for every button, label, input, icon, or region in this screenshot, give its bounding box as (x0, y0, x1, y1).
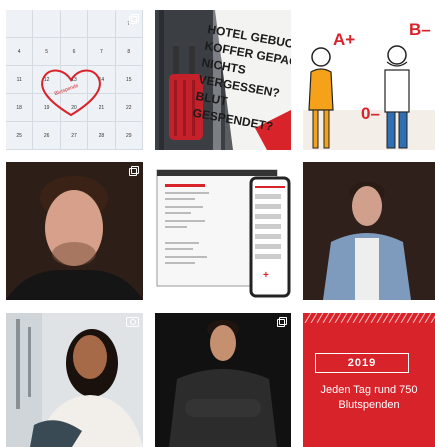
camera-icon (126, 317, 139, 327)
portrait-photo (6, 313, 143, 447)
calendar-day: 22 (115, 94, 143, 122)
grade-o-minus: 0– (361, 104, 380, 123)
calendar-day: 8 (115, 38, 143, 66)
post-tile-portrait-arms-crossed[interactable] (155, 313, 291, 447)
calendar-day: 7 (88, 38, 116, 66)
grade-a-plus: A+ (333, 30, 356, 49)
stripe-decoration (304, 313, 435, 323)
stat-caption-line1: Jeden Tag rund 750 (320, 384, 418, 396)
calendar-day: 11 (6, 66, 34, 94)
calendar-day: 29 (115, 122, 143, 150)
calendar-day (88, 10, 116, 38)
post-tile-web-form[interactable]: + (155, 162, 291, 300)
calendar-day: 26 (33, 122, 61, 150)
portrait-photo (6, 162, 143, 300)
calendar-day: 28 (88, 122, 116, 150)
post-tile-suitcase[interactable]: HOTEL GEBUCHT? KOFFER GEPACKT? NICHTS VE… (155, 10, 291, 150)
stat-caption-line2: Blutspenden (338, 399, 400, 411)
calendar-day: 27 (60, 122, 89, 150)
calendar-day: 4 (6, 38, 34, 66)
multi-image-icon (129, 166, 139, 176)
calendar-day (60, 10, 89, 38)
post-tile-portrait-denim[interactable] (303, 162, 435, 300)
stat-caption: Jeden Tag rund 750 Blutspenden (303, 383, 435, 413)
multi-image-icon (277, 317, 287, 327)
year-box: 2019 (315, 353, 409, 373)
calendar-day: 18 (6, 94, 34, 122)
multi-image-icon (421, 14, 431, 24)
multi-image-icon (129, 14, 139, 24)
portrait-photo (303, 162, 435, 300)
form-mockup: + (155, 162, 291, 300)
calendar-day: 5 (33, 38, 61, 66)
calendar-day: 15 (115, 66, 143, 94)
post-tile-bloodtypes[interactable]: A+ B– 0– (303, 10, 435, 150)
heart-icon (41, 69, 101, 117)
post-tile-portrait-man[interactable] (6, 162, 143, 300)
post-tile-portrait-woman[interactable] (6, 313, 143, 447)
post-tile-calendar[interactable]: 7 4 5 6 7 8 11 12 13 14 15 18 19 20 21 22 25 26 27 28 29 Blu… (6, 10, 143, 150)
svg-text:+: + (263, 270, 269, 281)
note-text: HOTEL GEBUCHT? KOFFER GEPACKT? NICHTS VE… (191, 21, 291, 134)
calendar-day (33, 10, 61, 38)
calendar-day: 25 (6, 122, 34, 150)
calendar-day (6, 10, 34, 38)
calendar-day: 6 (60, 38, 89, 66)
post-tile-statistic[interactable]: 2019 Jeden Tag rund 750 Blutspenden (303, 313, 435, 447)
portrait-photo (155, 313, 291, 447)
